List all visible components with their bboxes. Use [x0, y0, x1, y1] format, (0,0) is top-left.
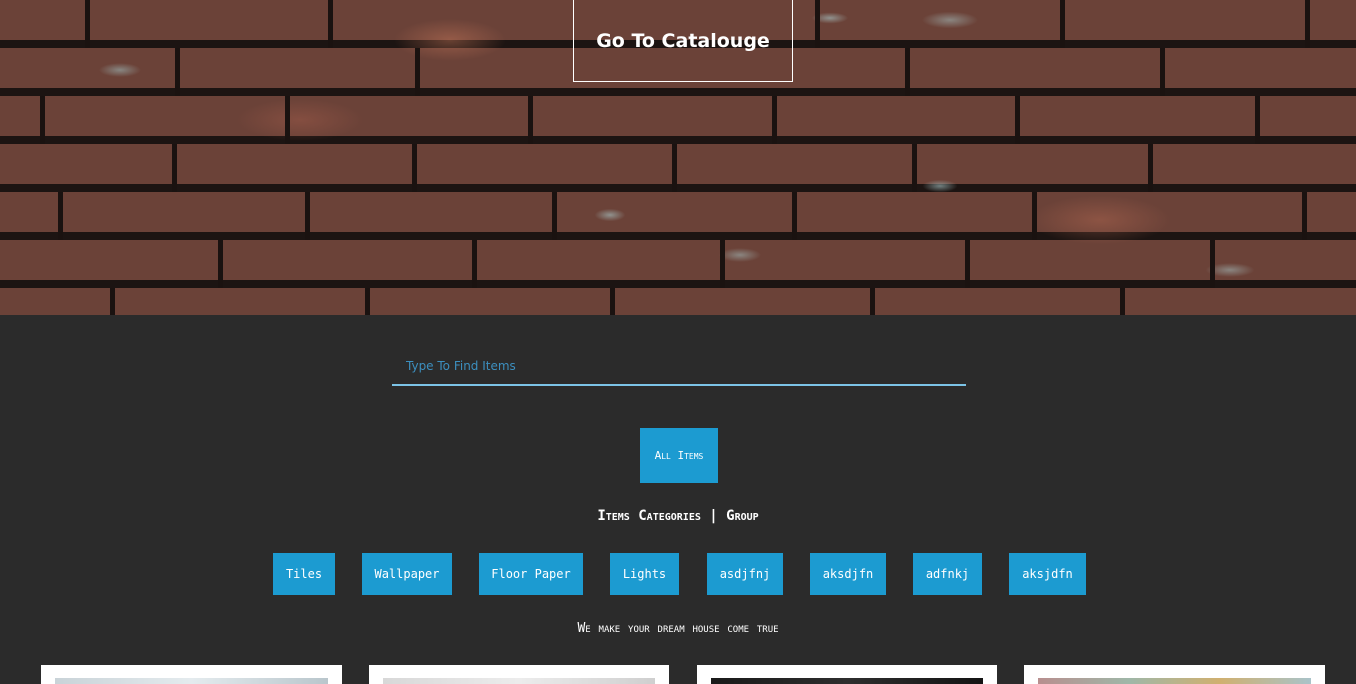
brick-joint [720, 240, 725, 288]
product-image [55, 678, 328, 684]
brick-joint [85, 0, 90, 48]
brick-joint [415, 48, 420, 96]
brick-joint [1120, 288, 1125, 315]
brick-joint [472, 240, 477, 288]
brick-joint [365, 288, 370, 315]
brick-joint [672, 144, 677, 192]
category-button-adfnkj[interactable]: adfnkj [913, 553, 982, 595]
brick-joint [772, 96, 777, 144]
categories-heading: Items Categories | Group [597, 508, 759, 524]
brick-joint [1032, 192, 1037, 240]
product-image [1038, 678, 1311, 684]
product-card[interactable] [369, 665, 669, 684]
brick-joint [1015, 96, 1020, 144]
brick-joint [1255, 96, 1260, 144]
brick-joint [1302, 192, 1307, 240]
brick-joint [815, 0, 820, 48]
brick-joint [110, 288, 115, 315]
search-bar [392, 348, 966, 386]
brick-joint [328, 0, 333, 48]
brick-joint [40, 96, 45, 144]
brick-joint [218, 240, 223, 288]
category-button-lights[interactable]: Lights [610, 553, 679, 595]
brick-joint [870, 288, 875, 315]
brick-joint [1210, 240, 1215, 288]
product-card[interactable] [1024, 665, 1325, 684]
product-card[interactable] [41, 665, 342, 684]
brick-joint [175, 48, 180, 96]
category-button-aksjdfn[interactable]: aksjdfn [1009, 553, 1086, 595]
brick-joint [528, 96, 533, 144]
product-card[interactable] [697, 665, 997, 684]
brick-joint [912, 144, 917, 192]
brick-joint [58, 192, 63, 240]
brick-joint [172, 144, 177, 192]
all-items-button[interactable]: All Items [640, 428, 718, 483]
brick-joint [792, 192, 797, 240]
brick-joint [412, 144, 417, 192]
tagline: We make your dream house come true [577, 621, 779, 636]
brick-joint [552, 192, 557, 240]
brick-joint [610, 288, 615, 315]
category-button-wallpaper[interactable]: Wallpaper [362, 553, 452, 595]
go-to-catalogue-button[interactable]: Go To Catalouge [573, 0, 793, 82]
product-image [711, 678, 983, 684]
brick-joint [1148, 144, 1153, 192]
category-button-tiles[interactable]: Tiles [273, 553, 335, 595]
brick-joint [1305, 0, 1310, 48]
brick-joint [1160, 48, 1165, 96]
brick-joint [905, 48, 910, 96]
brick-joint [285, 96, 290, 144]
brick-joint [305, 192, 310, 240]
category-button-asdjfnj[interactable]: asdjfnj [707, 553, 783, 595]
brick-joint [1060, 0, 1065, 48]
brick-joint [965, 240, 970, 288]
category-button-floor-paper[interactable]: Floor Paper [479, 553, 583, 595]
product-image [383, 678, 655, 684]
category-button-aksdjfn[interactable]: aksdjfn [810, 553, 886, 595]
search-input[interactable] [392, 348, 966, 384]
all-items-label: All Items [654, 448, 704, 462]
